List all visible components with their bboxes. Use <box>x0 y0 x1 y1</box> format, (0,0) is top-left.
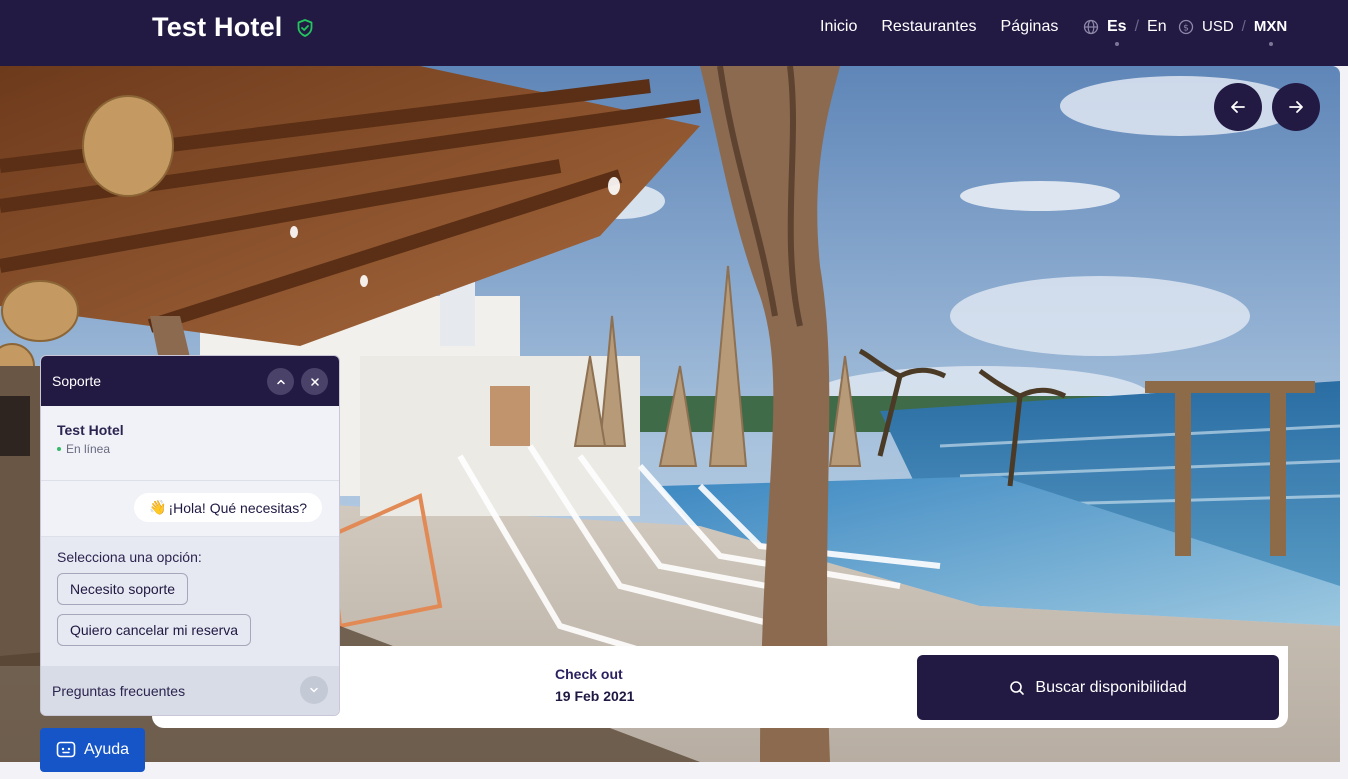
faq-label: Preguntas frecuentes <box>52 683 186 699</box>
page-bottom-strip <box>0 762 1348 779</box>
faq-toggle[interactable]: Preguntas frecuentes <box>41 666 339 715</box>
chat-messages: 👋 ¡Hola! Qué necesitas? <box>41 481 339 537</box>
active-indicator <box>1114 42 1119 46</box>
nav-link-inicio[interactable]: Inicio <box>820 18 857 36</box>
option-cancel-booking-button[interactable]: Quiero cancelar mi reserva <box>57 614 252 646</box>
globe-icon <box>1083 19 1099 35</box>
chat-agent-name: Test Hotel <box>57 422 124 438</box>
currency-switcher: $ USD / MXN <box>1178 18 1287 46</box>
language-switcher: Es / En <box>1083 18 1167 46</box>
chat-close-button[interactable] <box>301 368 328 395</box>
currency-separator: / <box>1241 18 1246 35</box>
chat-message-bubble: 👋 ¡Hola! Qué necesitas? <box>134 493 322 522</box>
search-availability-label: Buscar disponibilidad <box>1035 678 1187 696</box>
support-chat-panel: Soporte Test Hotel En línea 👋 ¡Hola! Qué… <box>40 355 340 716</box>
currency-mxn[interactable]: MXN <box>1254 18 1287 46</box>
chat-options-prompt: Selecciona una opción: <box>57 549 202 565</box>
dollar-coin-icon: $ <box>1178 19 1194 35</box>
chat-minimize-button[interactable] <box>267 368 294 395</box>
main-nav: Inicio Restaurantes Páginas <box>820 18 1058 36</box>
search-icon <box>1010 680 1025 695</box>
chat-title: Soporte <box>52 373 102 389</box>
close-icon <box>310 377 319 386</box>
language-en[interactable]: En <box>1147 18 1167 36</box>
chat-message-text: ¡Hola! Qué necesitas? <box>168 499 307 516</box>
checkout-field[interactable]: Check out 19 Feb 2021 <box>555 666 634 704</box>
search-availability-button[interactable]: Buscar disponibilidad <box>917 655 1279 720</box>
chat-bot-icon <box>56 741 76 758</box>
nav-link-restaurantes[interactable]: Restaurantes <box>881 18 976 36</box>
online-dot-icon <box>57 447 61 451</box>
carousel-next-button[interactable] <box>1272 83 1320 131</box>
brand-name[interactable]: Test Hotel <box>152 12 283 43</box>
chevron-down-icon[interactable] <box>300 676 328 704</box>
chat-status-label: En línea <box>66 442 111 456</box>
chevron-up-icon <box>276 379 285 384</box>
help-button-label: Ayuda <box>83 741 130 758</box>
language-es[interactable]: Es <box>1107 18 1127 46</box>
chat-status: En línea <box>57 442 323 456</box>
svg-text:$: $ <box>1183 23 1189 33</box>
top-navbar: Test Hotel Inicio Restaurantes Páginas E… <box>0 0 1348 66</box>
nav-link-paginas[interactable]: Páginas <box>1001 18 1059 36</box>
currency-usd[interactable]: USD <box>1202 18 1234 35</box>
chat-options: Selecciona una opción: Necesito soporte … <box>41 537 339 666</box>
language-separator: / <box>1134 18 1140 35</box>
chat-header: Soporte <box>41 356 339 406</box>
arrow-right-icon <box>1289 101 1303 113</box>
active-indicator <box>1268 42 1273 46</box>
page-edge <box>1340 66 1348 779</box>
help-button[interactable]: Ayuda <box>40 728 145 772</box>
brand[interactable]: Test Hotel <box>152 12 315 43</box>
chat-agent-info: Test Hotel En línea <box>41 406 339 481</box>
checkout-value[interactable]: 19 Feb 2021 <box>555 688 634 704</box>
carousel-prev-button[interactable] <box>1214 83 1262 131</box>
waving-hand-icon: 👋 <box>149 499 167 515</box>
verified-shield-icon <box>295 18 315 38</box>
option-need-support-button[interactable]: Necesito soporte <box>57 573 189 605</box>
arrow-left-icon <box>1231 101 1245 113</box>
checkout-label: Check out <box>555 666 623 682</box>
